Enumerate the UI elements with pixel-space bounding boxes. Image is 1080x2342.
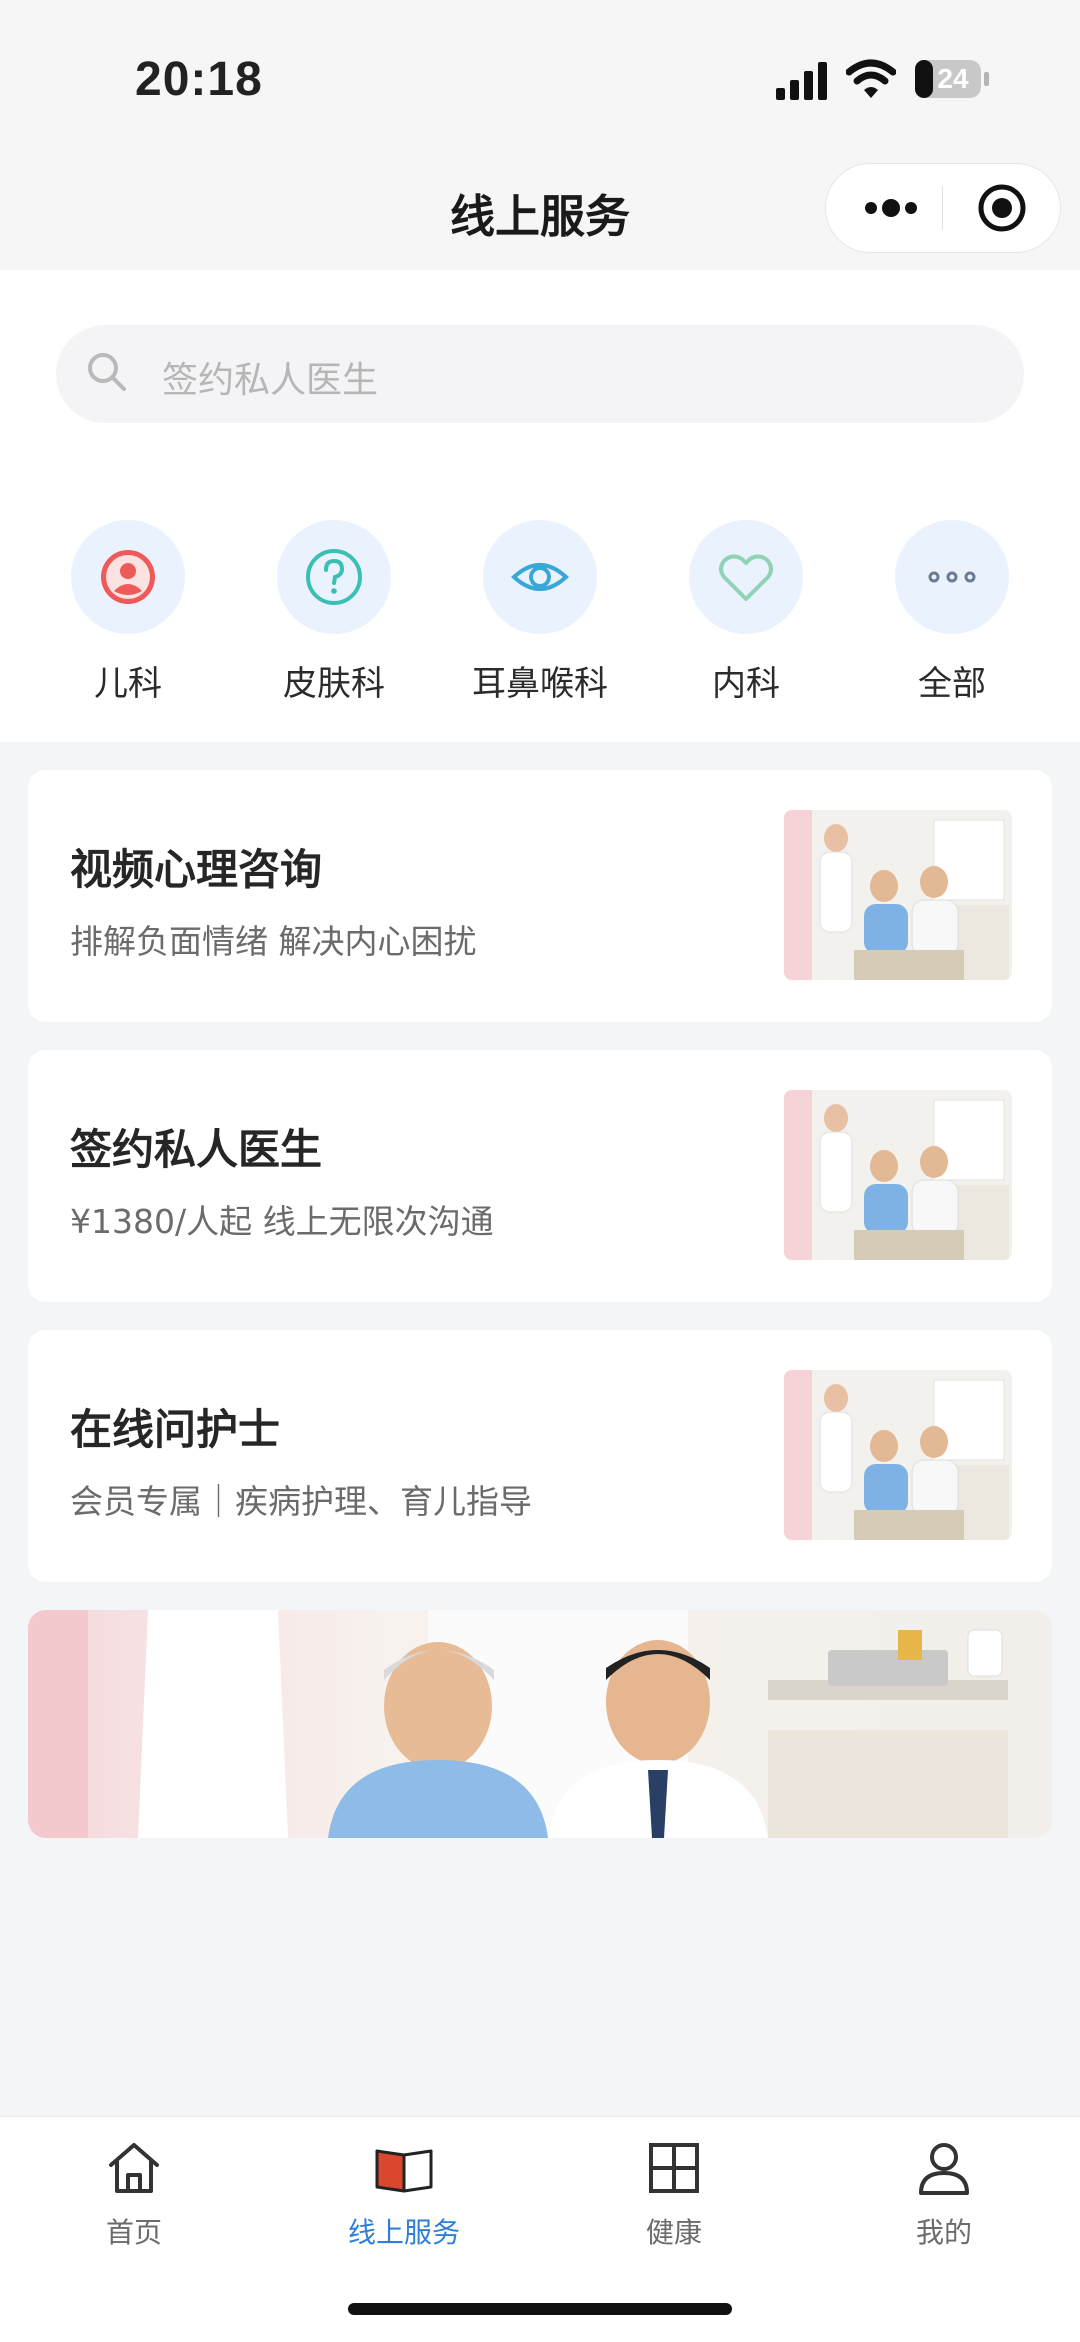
tab-bar: 首页 线上服务 健康 我的 xyxy=(0,2116,1080,2342)
service-title: 在线问护士 xyxy=(70,1405,281,1454)
service-photo xyxy=(784,810,1012,980)
service-photo xyxy=(784,1090,1012,1260)
status-time: 20:18 xyxy=(135,53,263,106)
tab-label: 健康 xyxy=(645,2216,702,2249)
battery-icon: 24 xyxy=(914,58,990,100)
service-card-video-counseling[interactable]: 视频心理咨询 排解负面情绪 解决内心困扰 xyxy=(28,770,1052,1022)
promo-banner[interactable] xyxy=(28,1610,1052,1838)
tab-label: 我的 xyxy=(915,2216,972,2249)
service-title: 视频心理咨询 xyxy=(70,845,323,894)
category-label: 内科 xyxy=(712,664,780,704)
eye-icon xyxy=(511,563,569,591)
tab-health[interactable]: 健康 xyxy=(574,2137,774,2251)
service-card-private-doctor[interactable]: 签约私人医生 ¥1380/人起 线上无限次沟通 xyxy=(28,1050,1052,1302)
search-placeholder: 签约私人医生 xyxy=(162,360,379,401)
wifi-icon xyxy=(846,59,896,98)
category-dermatology[interactable]: 皮肤科 xyxy=(254,520,414,705)
category-label: 皮肤科 xyxy=(283,664,385,704)
top-panel: 签约私人医生 儿科 皮肤科 耳鼻喉科 内科 全部 xyxy=(0,270,1080,742)
more-icon xyxy=(928,571,976,583)
service-photo xyxy=(784,1370,1012,1540)
navigation-bar: 线上服务 xyxy=(0,150,1080,270)
status-bar: 20:18 24 xyxy=(0,0,1080,150)
service-subtitle: 会员专属｜疾病护理、育儿指导 xyxy=(70,1482,532,1521)
battery-level: 24 xyxy=(937,63,969,94)
category-pediatrics[interactable]: 儿科 xyxy=(48,520,208,705)
capsule-divider xyxy=(942,186,943,230)
tab-me[interactable]: 我的 xyxy=(844,2137,1044,2251)
user-icon xyxy=(919,2143,969,2195)
more-dots-icon[interactable] xyxy=(856,184,926,232)
person-icon xyxy=(101,550,155,604)
signal-icon xyxy=(776,62,827,100)
grid-icon xyxy=(649,2143,699,2193)
category-internal-medicine[interactable]: 内科 xyxy=(666,520,826,705)
book-icon xyxy=(375,2149,433,2193)
tab-online-service[interactable]: 线上服务 xyxy=(304,2137,504,2251)
category-label: 全部 xyxy=(918,664,986,704)
category-all[interactable]: 全部 xyxy=(872,520,1032,705)
mini-program-capsule xyxy=(826,164,1060,252)
tab-home[interactable]: 首页 xyxy=(34,2137,234,2251)
tab-label: 线上服务 xyxy=(347,2216,460,2249)
search-bar[interactable]: 签约私人医生 xyxy=(56,325,1024,423)
service-title: 签约私人医生 xyxy=(70,1125,323,1174)
service-subtitle: 排解负面情绪 解决内心困扰 xyxy=(70,922,477,961)
target-icon[interactable] xyxy=(976,182,1028,234)
category-ent[interactable]: 耳鼻喉科 xyxy=(460,520,620,705)
category-label: 儿科 xyxy=(94,664,162,704)
question-icon xyxy=(306,549,362,605)
service-subtitle: ¥1380/人起 线上无限次沟通 xyxy=(70,1202,494,1241)
search-icon xyxy=(88,353,126,391)
home-indicator xyxy=(348,2303,732,2315)
service-card-ask-nurse[interactable]: 在线问护士 会员专属｜疾病护理、育儿指导 xyxy=(28,1330,1052,1582)
tab-label: 首页 xyxy=(105,2216,162,2249)
heart-icon xyxy=(719,554,773,601)
category-label: 耳鼻喉科 xyxy=(472,664,608,704)
home-icon xyxy=(109,2143,159,2193)
